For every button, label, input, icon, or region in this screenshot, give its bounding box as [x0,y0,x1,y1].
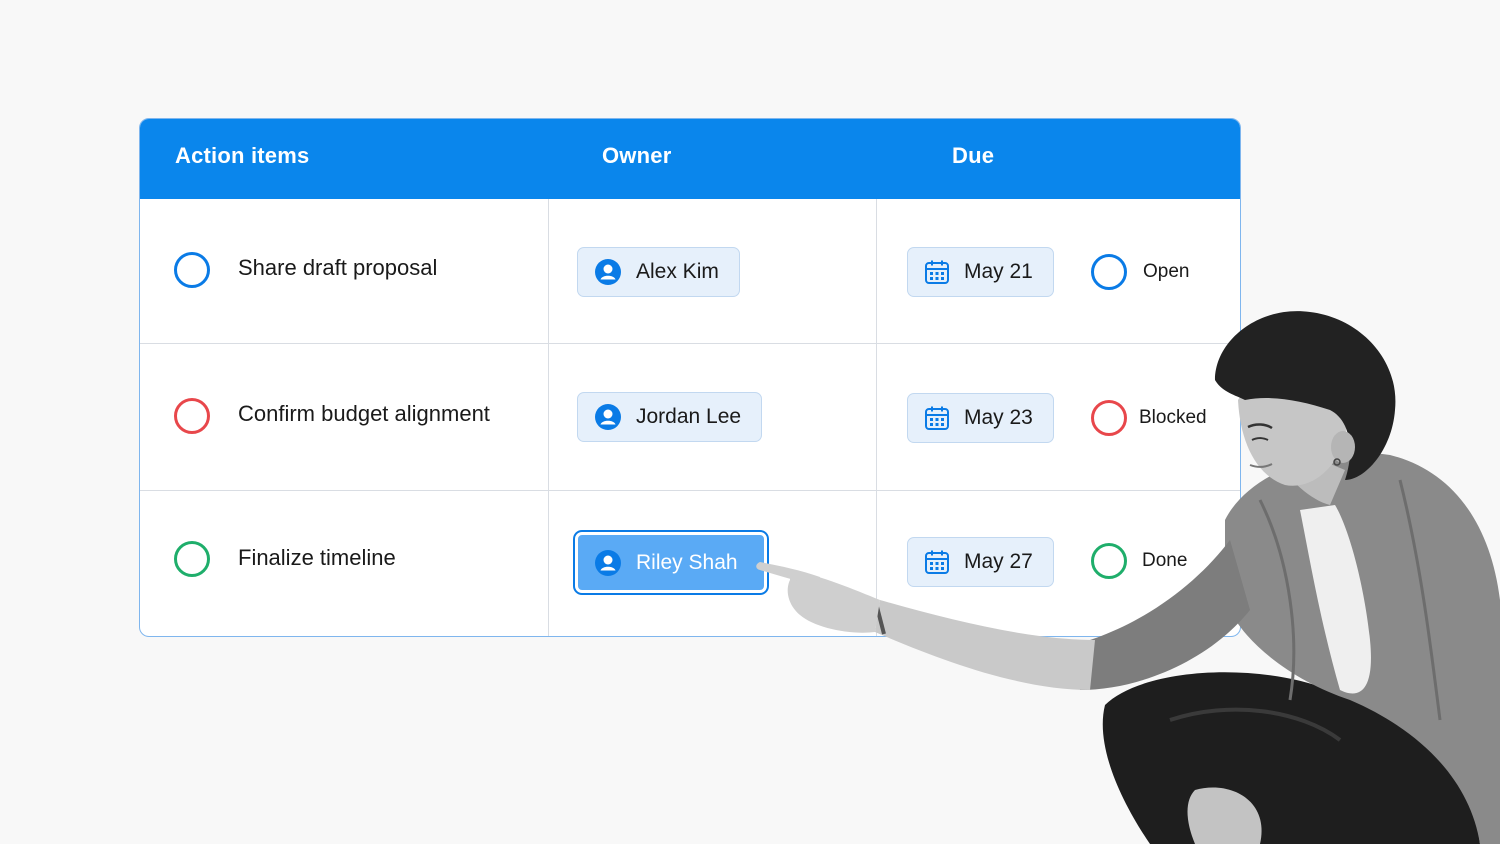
task-checkbox[interactable] [174,541,210,577]
task-label: Share draft proposal [238,255,438,280]
calendar-icon [925,260,949,284]
task-label: Finalize timeline [238,545,396,570]
owner-chip[interactable]: Alex Kim [577,247,740,297]
owner-name: Jordan Lee [636,405,742,428]
calendar-icon [925,550,949,574]
user-icon [595,549,621,576]
table-row: Confirm budget alignment Jordan Lee May … [140,344,1240,490]
user-icon [595,259,621,285]
due-date: May 23 [964,406,1033,429]
table-row: Share draft proposal Alex Kim May 21 Ope… [140,199,1240,345]
table-row: Finalize timeline Riley Shah May 27 Done [140,491,1240,636]
column-header-action-items[interactable]: Action items [175,143,309,169]
due-date-chip[interactable]: May 21 [907,247,1054,297]
status-indicator[interactable] [1091,400,1127,436]
task-checkbox[interactable] [174,398,210,434]
task-checkbox[interactable] [174,252,210,288]
status-label: Blocked [1139,407,1207,428]
status-label: Done [1142,550,1188,571]
due-date: May 21 [964,260,1033,283]
status-indicator[interactable] [1091,254,1127,290]
user-icon [595,404,621,430]
status-label: Open [1143,261,1190,282]
owner-chip-selected[interactable]: Riley Shah [575,532,767,593]
table-header: Action items Owner Due [140,119,1240,199]
due-date-chip[interactable]: May 27 [907,537,1054,587]
owner-chip[interactable]: Jordan Lee [577,392,763,442]
action-items-table: Action items Owner Due Share draft propo… [139,118,1241,637]
column-header-owner[interactable]: Owner [602,143,671,169]
task-label: Confirm budget alignment [238,401,490,426]
due-date: May 27 [964,550,1033,573]
owner-name: Alex Kim [636,260,719,283]
owner-name: Riley Shah [636,550,738,574]
column-header-due[interactable]: Due [952,143,994,169]
calendar-icon [925,406,949,430]
status-indicator[interactable] [1091,543,1127,579]
due-date-chip[interactable]: May 23 [907,393,1054,443]
